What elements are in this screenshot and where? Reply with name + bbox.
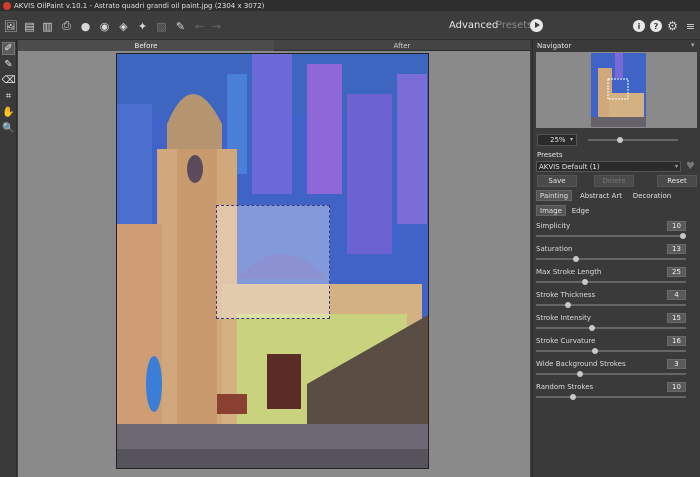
open-image-icon[interactable]: 🖼 (4, 20, 18, 33)
param-label: Random Strokes (536, 383, 594, 391)
title-bar: AKVIS OilPaint v.10.1 - Astrato quadri g… (0, 0, 700, 11)
print-icon[interactable]: ⎙ (60, 19, 73, 32)
preset-dropdown-icon: ▾ (674, 163, 678, 170)
presets-title: Presets (537, 151, 563, 159)
param-slider-knob[interactable] (569, 394, 576, 400)
tab-abstract-art[interactable]: Abstract Art (576, 190, 626, 201)
preset-select[interactable]: AKVIS Default (1) ▾ (536, 161, 681, 172)
param-slider-track[interactable] (536, 281, 686, 283)
param-label: Max Stroke Length (536, 268, 602, 276)
tab-edge[interactable]: Edge (568, 205, 593, 216)
run-icon[interactable] (530, 19, 543, 32)
tab-painting[interactable]: Painting (536, 190, 572, 201)
tab-before[interactable]: Before (18, 40, 274, 51)
brush-icon[interactable]: ✎ (2, 58, 15, 71)
batch-icon[interactable]: ● (79, 20, 92, 33)
painting-image (116, 53, 429, 469)
param-slider-knob[interactable] (680, 233, 686, 239)
info-icon[interactable]: i (633, 20, 645, 32)
navigator-thumbnail[interactable] (536, 52, 697, 128)
preferences-icon[interactable]: ≡ (684, 20, 697, 33)
reset-preset-button[interactable]: Reset (657, 175, 697, 187)
param-value-field[interactable]: 13 (667, 244, 686, 254)
param-slider-knob[interactable] (565, 302, 572, 308)
tab-decoration[interactable]: Decoration (631, 190, 673, 201)
param-slider-knob[interactable] (588, 325, 595, 331)
mode-presets[interactable]: Presets (496, 20, 532, 31)
canvas-icon[interactable]: ◈ (117, 20, 130, 33)
param-label: Saturation (536, 245, 573, 253)
app-logo-icon (3, 1, 11, 10)
share-icon[interactable]: ◉ (98, 20, 111, 33)
open-file-icon[interactable]: ▤ (23, 20, 36, 33)
hand-icon[interactable]: ✋ (2, 106, 15, 119)
text-icon[interactable]: ▧ (155, 20, 168, 33)
quick-preview-icon[interactable]: ✐ (2, 42, 15, 55)
param-slider-track[interactable] (536, 327, 686, 329)
undo-icon[interactable]: ← (193, 20, 206, 33)
zoom-dropdown-icon[interactable]: ▾ (570, 136, 573, 143)
param-label: Stroke Thickness (536, 291, 596, 299)
save-file-icon[interactable]: ▥ (41, 20, 54, 33)
view-tabs: Before After (18, 40, 530, 51)
navigator-title: Navigator (537, 42, 572, 50)
navigator-image (591, 53, 646, 127)
param-value-field[interactable]: 16 (667, 336, 686, 346)
param-label: Simplicity (536, 222, 571, 230)
param-slider-knob[interactable] (581, 279, 588, 285)
param-value-field[interactable]: 25 (667, 267, 686, 277)
settings-gear-icon[interactable]: ⚙ (666, 19, 679, 33)
window-title: AKVIS OilPaint v.10.1 - Astrato quadri g… (14, 1, 265, 10)
save-preset-button[interactable]: Save (537, 175, 577, 187)
crop-icon[interactable]: ⌗ (2, 90, 15, 103)
param-slider-track[interactable] (536, 350, 686, 352)
preset-selected-label: AKVIS Default (1) (539, 162, 600, 171)
eraser-icon[interactable]: ⌫ (1, 74, 15, 87)
param-label: Stroke Curvature (536, 337, 596, 345)
tab-after[interactable]: After (274, 40, 530, 51)
preview-selection-frame[interactable] (216, 205, 330, 319)
param-value-field[interactable]: 15 (667, 313, 686, 323)
param-slider-track[interactable] (536, 304, 686, 306)
param-slider-track[interactable] (536, 373, 686, 375)
redo-icon[interactable]: → (210, 20, 223, 33)
param-slider-knob[interactable] (572, 256, 579, 262)
param-value-field[interactable]: 10 (667, 382, 686, 392)
tab-image[interactable]: Image (536, 205, 566, 216)
favorite-heart-icon[interactable]: ♥ (686, 161, 695, 172)
param-label: Wide Background Strokes (536, 360, 626, 368)
param-slider-track[interactable] (536, 396, 686, 398)
param-value-field[interactable]: 3 (667, 359, 686, 369)
zoom-icon[interactable]: 🔍 (2, 122, 15, 135)
frame-icon[interactable]: ✦ (136, 20, 149, 33)
param-value-field[interactable]: 10 (667, 221, 686, 231)
param-slider-track[interactable] (536, 258, 686, 260)
image-canvas[interactable] (18, 51, 530, 477)
param-value-field[interactable]: 4 (667, 290, 686, 300)
mode-advanced[interactable]: Advanced (449, 20, 498, 31)
top-toolbar: 🖼 ▤ ▥ ⎙ ● ◉ ◈ ✦ ▧ ✎ ← → Advanced Presets… (0, 11, 700, 40)
param-slider-track[interactable] (536, 235, 686, 237)
zoom-slider-track[interactable] (588, 139, 678, 141)
collapse-icon[interactable]: ▾ (691, 41, 695, 49)
zoom-slider-knob[interactable] (616, 137, 623, 143)
help-icon[interactable]: ? (650, 20, 662, 32)
tools-panel: ✐ ✎ ⌫ ⌗ ✋ 🔍 (0, 40, 17, 477)
settings-panel: Navigator ▾ 25% ▾ Presets AKVIS Default … (532, 40, 700, 477)
param-slider-knob[interactable] (577, 371, 584, 377)
edit-icon[interactable]: ✎ (174, 20, 187, 33)
param-label: Stroke Intensity (536, 314, 591, 322)
delete-preset-button[interactable]: Delete (594, 175, 634, 187)
param-slider-knob[interactable] (591, 348, 598, 354)
